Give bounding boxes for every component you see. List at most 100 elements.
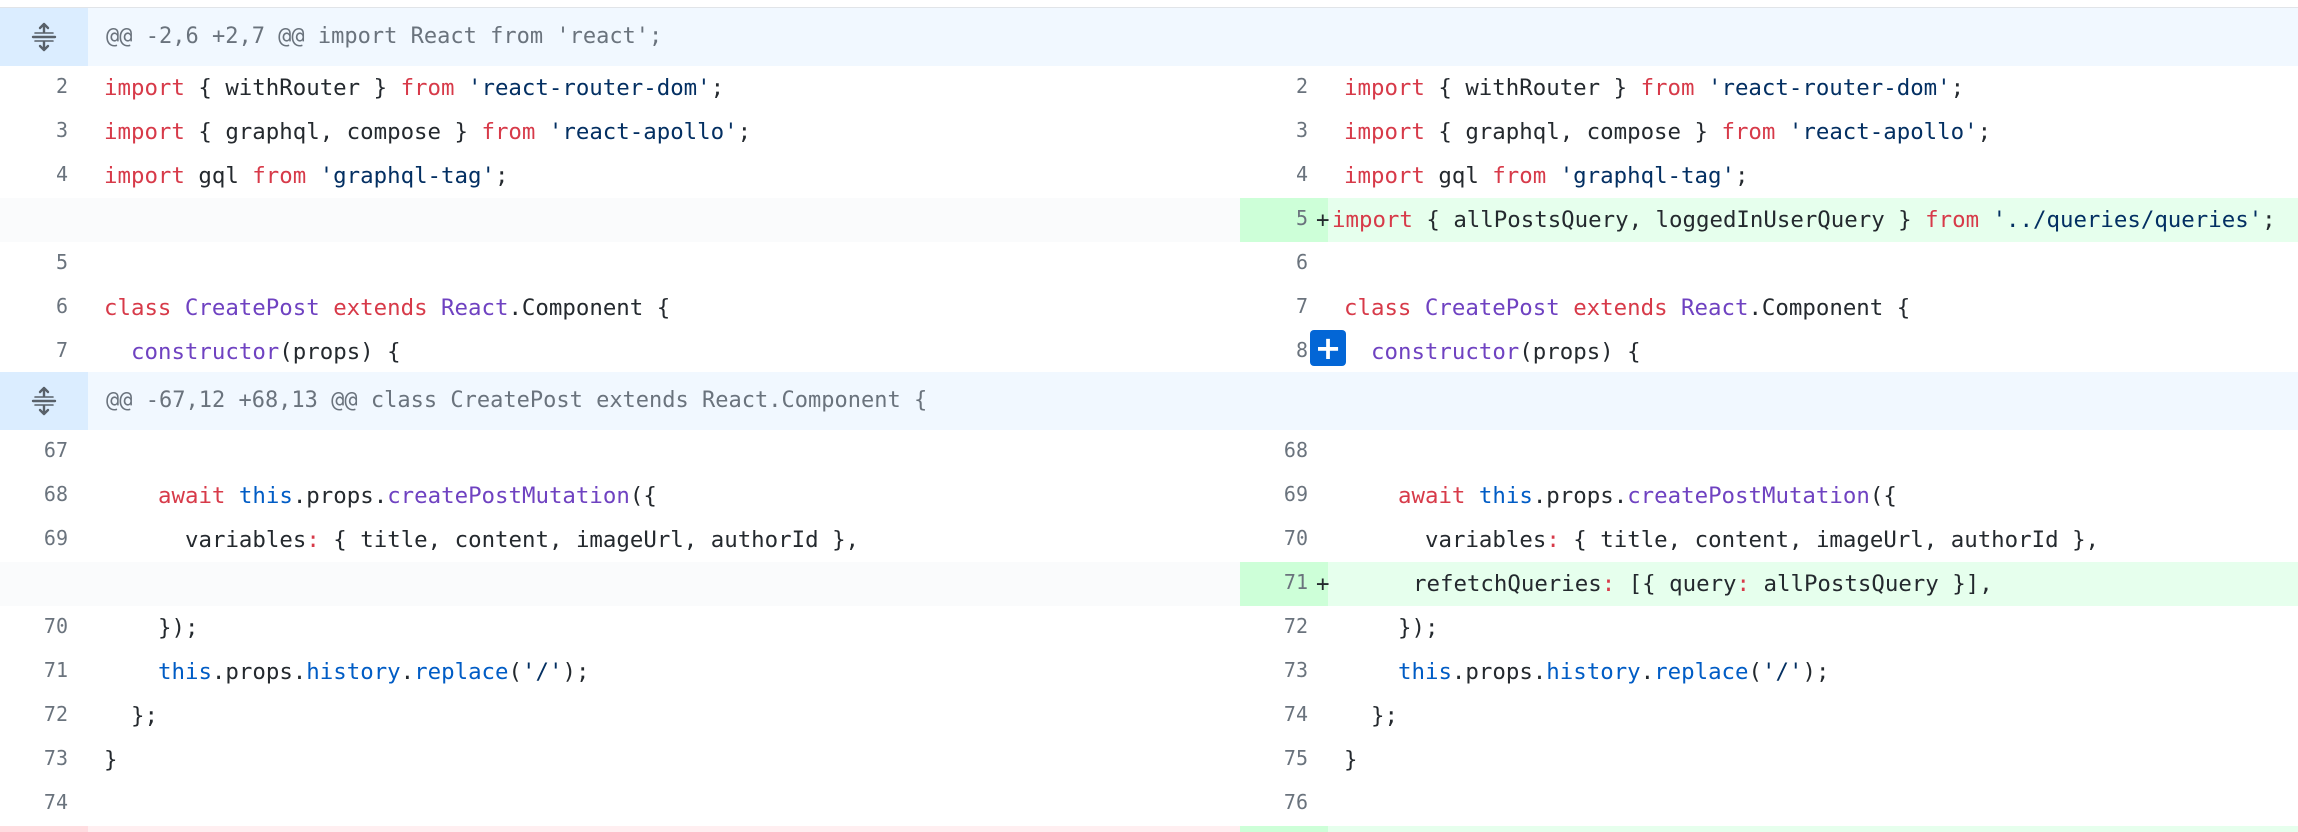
line-number-left[interactable]: 4 — [0, 154, 88, 198]
line-number-right[interactable]: 72 — [1240, 606, 1328, 650]
line-number-left[interactable]: 3 — [0, 110, 88, 154]
diff-row: 69 variables: { title, content, imageUrl,… — [0, 518, 2298, 562]
add-line-comment-button[interactable]: + — [1310, 330, 1346, 366]
line-number-right[interactable]: 70 — [1240, 518, 1328, 562]
code-line-left: }); — [88, 606, 1240, 650]
code-token: ; — [494, 163, 509, 189]
deletion-code-strip — [88, 826, 1240, 832]
code-token: : — [1601, 571, 1616, 597]
addition-marker: + — [1316, 207, 1330, 233]
code-line-left: import { withRouter } from 'react-router… — [88, 66, 1240, 110]
line-number-left[interactable]: 6 — [0, 286, 88, 330]
line-number-right[interactable]: 68 — [1240, 430, 1328, 474]
line-number-left[interactable]: 72 — [0, 694, 88, 738]
code-token: import — [1344, 119, 1425, 145]
code-line-left — [88, 430, 1240, 474]
line-number-right[interactable]: 7 — [1240, 286, 1328, 330]
line-number-right[interactable]: 2 — [1240, 66, 1328, 110]
code-token: ; — [710, 75, 725, 101]
code-token: ; — [2262, 207, 2276, 233]
line-number-right[interactable]: 5 — [1240, 198, 1328, 242]
expand-hunk-button[interactable] — [0, 8, 88, 66]
code-token: from — [252, 163, 307, 189]
code-token: this — [158, 659, 212, 685]
line-number-right[interactable]: 74 — [1240, 694, 1328, 738]
line-number-left[interactable]: 67 — [0, 430, 88, 474]
diff-row: 56 — [0, 242, 2298, 286]
code-token: ; — [1950, 75, 1965, 101]
code-token: from — [1640, 75, 1695, 101]
code-token: import — [1332, 207, 1413, 233]
code-line-left — [88, 242, 1240, 286]
line-number-left[interactable]: 74 — [0, 782, 88, 826]
code-token: refetchQueries — [1413, 571, 1602, 597]
code-line-left — [88, 782, 1240, 826]
line-number-left[interactable]: 70 — [0, 606, 88, 650]
code-token: ); — [1802, 659, 1830, 685]
line-number-right[interactable]: 76 — [1240, 782, 1328, 826]
split-diff-view: @@ -2,6 +2,7 @@ import React from 'react… — [0, 0, 2298, 832]
code-token: ; — [1977, 119, 1992, 145]
code-token: .props. — [292, 483, 388, 509]
code-token: ({ — [1869, 483, 1897, 509]
code-token: : — [1546, 527, 1560, 553]
code-token: extends — [333, 295, 428, 321]
code-token: this — [238, 483, 293, 509]
line-number-right[interactable]: 71 — [1240, 562, 1328, 606]
code-token: }; — [1371, 703, 1398, 729]
line-number-right[interactable]: 4 — [1240, 154, 1328, 198]
deletion-num-strip — [0, 826, 88, 832]
code-token: import — [1344, 163, 1425, 189]
line-number-right[interactable]: 3 — [1240, 110, 1328, 154]
code-token: 'react-apollo' — [1788, 119, 1978, 145]
code-token: import — [104, 75, 185, 101]
line-number-left[interactable]: 71 — [0, 650, 88, 694]
line-number-right[interactable]: 69 — [1240, 474, 1328, 518]
empty-line-placeholder — [0, 562, 1240, 606]
code-line-right — [1328, 782, 2298, 826]
code-token: import — [104, 163, 185, 189]
code-token: ({ — [629, 483, 657, 509]
code-line-left: } — [88, 738, 1240, 782]
code-token: 'graphql-tag' — [1559, 163, 1735, 189]
line-number-right[interactable]: 73 — [1240, 650, 1328, 694]
code-token: CreatePost — [1424, 295, 1560, 321]
code-line-right: + refetchQueries: [{ query: allPostsQuery… — [1316, 562, 2286, 606]
line-number-left[interactable]: 7 — [0, 330, 88, 374]
code-token: createPostMutation — [1627, 483, 1870, 509]
code-token: .Component { — [1748, 295, 1911, 321]
expand-hunk-button[interactable] — [0, 372, 88, 430]
diff-row: 3 import { graphql, compose } from 'react… — [0, 110, 2298, 154]
unfold-expand-icon — [31, 386, 57, 416]
code-token: createPostMutation — [387, 483, 630, 509]
code-token: : — [306, 527, 320, 553]
code-token: from — [481, 119, 536, 145]
diff-row: 73} 75} — [0, 738, 2298, 782]
line-number-left[interactable]: 2 — [0, 66, 88, 110]
line-number-left[interactable]: 69 — [0, 518, 88, 562]
code-token: 'react-router-dom' — [467, 75, 711, 101]
code-line-right — [1328, 430, 2298, 474]
line-number-right[interactable]: 75 — [1240, 738, 1328, 782]
code-token: } — [1344, 747, 1358, 773]
line-number-right[interactable]: 6 — [1240, 242, 1328, 286]
line-number-left[interactable]: 73 — [0, 738, 88, 782]
code-token: . — [1640, 659, 1655, 685]
code-token: { graphql, compose } — [1424, 119, 1722, 145]
code-token: { title, content, imageUrl, authorId }, — [319, 527, 860, 553]
code-token: React — [441, 295, 509, 321]
code-token: (props) { — [1519, 339, 1641, 365]
line-number-left[interactable]: 5 — [0, 242, 88, 286]
code-token: .props. — [1532, 483, 1628, 509]
line-number-left[interactable]: 68 — [0, 474, 88, 518]
code-line-left: constructor(props) { — [88, 330, 1240, 374]
code-line-right: }; — [1328, 694, 2298, 738]
